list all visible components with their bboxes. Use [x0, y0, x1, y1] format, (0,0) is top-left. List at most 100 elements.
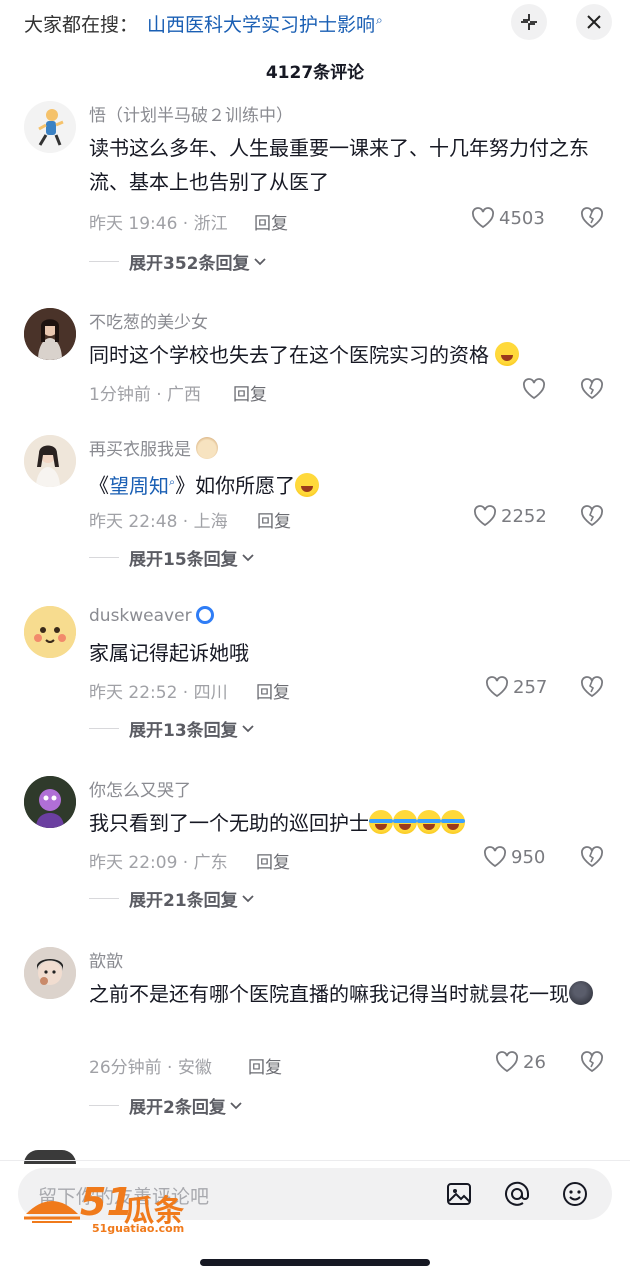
- close-icon: [587, 15, 601, 29]
- watermark-url: 51guatiao.com: [92, 1222, 185, 1235]
- sobbing-emoji-icon: [441, 810, 465, 834]
- avatar[interactable]: [24, 101, 76, 153]
- like-button[interactable]: 2252: [473, 505, 547, 527]
- image-icon: [447, 1183, 471, 1205]
- comment-text: 读书这么多年、人生最重要一课来了、十几年努力付之东流、基本上也告别了从医了: [89, 136, 589, 194]
- avatar[interactable]: [24, 308, 76, 360]
- dislike-button[interactable]: [580, 676, 604, 702]
- dislike-button[interactable]: [580, 378, 604, 404]
- expand-replies[interactable]: 展开13条回复: [89, 716, 254, 741]
- chevron-down-icon: [242, 724, 254, 732]
- heart-icon: [472, 207, 494, 229]
- avatar[interactable]: [24, 947, 76, 999]
- divider: [89, 728, 119, 729]
- watermark-logo: 51 瓜条 51guatiao.com: [22, 1180, 222, 1238]
- expand-replies-label: 展开21条回复: [129, 891, 238, 911]
- image-button[interactable]: [445, 1180, 473, 1208]
- heart-icon: [486, 676, 508, 698]
- spiral-badge-icon: [195, 606, 214, 624]
- comment-text: 之前不是还有哪个医院直播的嘛我记得当时就昙花一现: [89, 977, 599, 1011]
- broken-heart-icon: [581, 505, 603, 527]
- chevron-down-icon: [242, 894, 254, 902]
- chevron-down-icon: [253, 257, 266, 265]
- divider: [89, 898, 119, 899]
- like-count: 4503: [499, 207, 545, 229]
- like-count: 26: [523, 1051, 546, 1073]
- avatar[interactable]: [24, 776, 76, 828]
- keyword-link[interactable]: 望周知⌕: [109, 474, 175, 498]
- like-button[interactable]: 26: [495, 1051, 546, 1073]
- dislike-button[interactable]: [580, 207, 604, 233]
- expand-replies[interactable]: 展开21条回复: [89, 886, 254, 911]
- reply-button[interactable]: 回复: [233, 380, 267, 405]
- dislike-button[interactable]: [580, 1051, 604, 1077]
- broken-heart-icon: [581, 378, 603, 400]
- comment-meta: 昨天 19:46 · 浙江: [89, 214, 228, 234]
- heart-icon: [484, 846, 506, 868]
- avatar[interactable]: [24, 606, 76, 658]
- broken-heart-icon: [581, 207, 603, 229]
- comment-text: 《望周知⌕》如你所愿了: [89, 465, 599, 503]
- dark-face-emoji-icon: [569, 981, 593, 1005]
- home-indicator[interactable]: [200, 1259, 430, 1266]
- comment-username[interactable]: duskweaver: [89, 606, 214, 626]
- dog-face-emoji-icon: [196, 437, 219, 459]
- like-button[interactable]: 257: [485, 676, 547, 698]
- like-button[interactable]: 950: [483, 846, 545, 868]
- heart-icon: [496, 1051, 518, 1073]
- mention-button[interactable]: [503, 1180, 531, 1208]
- expand-replies-label: 展开13条回复: [129, 721, 238, 741]
- reply-button[interactable]: 回复: [254, 209, 288, 234]
- expand-replies-label: 展开15条回复: [129, 550, 238, 570]
- comment-meta: 昨天 22:48 · 上海: [89, 512, 228, 532]
- reply-button[interactable]: 回复: [256, 848, 290, 873]
- collapse-button[interactable]: [511, 4, 547, 40]
- like-count: 950: [511, 846, 546, 868]
- dislike-button[interactable]: [580, 846, 604, 872]
- crying-emoji-icon: [495, 342, 520, 366]
- divider: [89, 557, 119, 558]
- collapse-icon: [521, 14, 537, 30]
- search-suggestion-bar: 大家都在搜： 山西医科大学实习护士影响⌕: [0, 0, 630, 46]
- comment-meta: 昨天 22:52 · 四川: [89, 683, 228, 703]
- close-button[interactable]: [576, 4, 612, 40]
- reply-button[interactable]: 回复: [257, 507, 291, 532]
- comment-meta: 昨天 22:09 · 广东: [89, 853, 228, 873]
- broken-heart-icon: [581, 676, 603, 698]
- emoji-icon: [563, 1182, 587, 1206]
- emoji-button[interactable]: [561, 1180, 589, 1208]
- avatar[interactable]: [24, 435, 76, 487]
- reply-button[interactable]: 回复: [256, 678, 290, 703]
- crying-emoji-icon: [295, 472, 320, 497]
- chevron-down-icon: [230, 1101, 242, 1109]
- sobbing-emoji-icon: [417, 810, 441, 834]
- comment-username[interactable]: 歆歆: [89, 947, 123, 972]
- expand-replies-label: 展开2条回复: [129, 1098, 226, 1118]
- search-icon: ⌕: [376, 12, 383, 27]
- divider: [89, 261, 119, 262]
- comment-meta: 1分钟前 · 广西: [89, 385, 202, 405]
- reply-button[interactable]: 回复: [248, 1053, 282, 1078]
- comment-meta: 26分钟前 · 安徽: [89, 1058, 212, 1078]
- like-button[interactable]: [522, 378, 546, 400]
- expand-replies[interactable]: 展开352条回复: [89, 249, 266, 274]
- sobbing-emoji-icon: [393, 810, 417, 834]
- like-button[interactable]: 4503: [471, 207, 545, 229]
- comment-username[interactable]: 悟（计划半马破２训练中）: [89, 101, 293, 126]
- comment-username[interactable]: 再买衣服我是: [89, 435, 219, 460]
- comment-text: 我只看到了一个无助的巡回护士: [89, 806, 599, 840]
- comment-username[interactable]: 你怎么又哭了: [89, 776, 191, 801]
- input-divider: [0, 1160, 630, 1161]
- search-keyword-link[interactable]: 山西医科大学实习护士影响⌕: [147, 10, 383, 37]
- like-count: 257: [513, 676, 548, 698]
- search-prefix-label: 大家都在搜：: [24, 14, 139, 36]
- avatar: [24, 1150, 76, 1164]
- divider: [89, 1105, 119, 1106]
- broken-heart-icon: [581, 846, 603, 868]
- comment-username[interactable]: 不吃葱的美少女: [89, 308, 208, 333]
- broken-heart-icon: [581, 1051, 603, 1073]
- dislike-button[interactable]: [580, 505, 604, 531]
- watermark-hat-icon: [24, 1201, 80, 1223]
- expand-replies[interactable]: 展开15条回复: [89, 545, 254, 570]
- expand-replies[interactable]: 展开2条回复: [89, 1093, 242, 1118]
